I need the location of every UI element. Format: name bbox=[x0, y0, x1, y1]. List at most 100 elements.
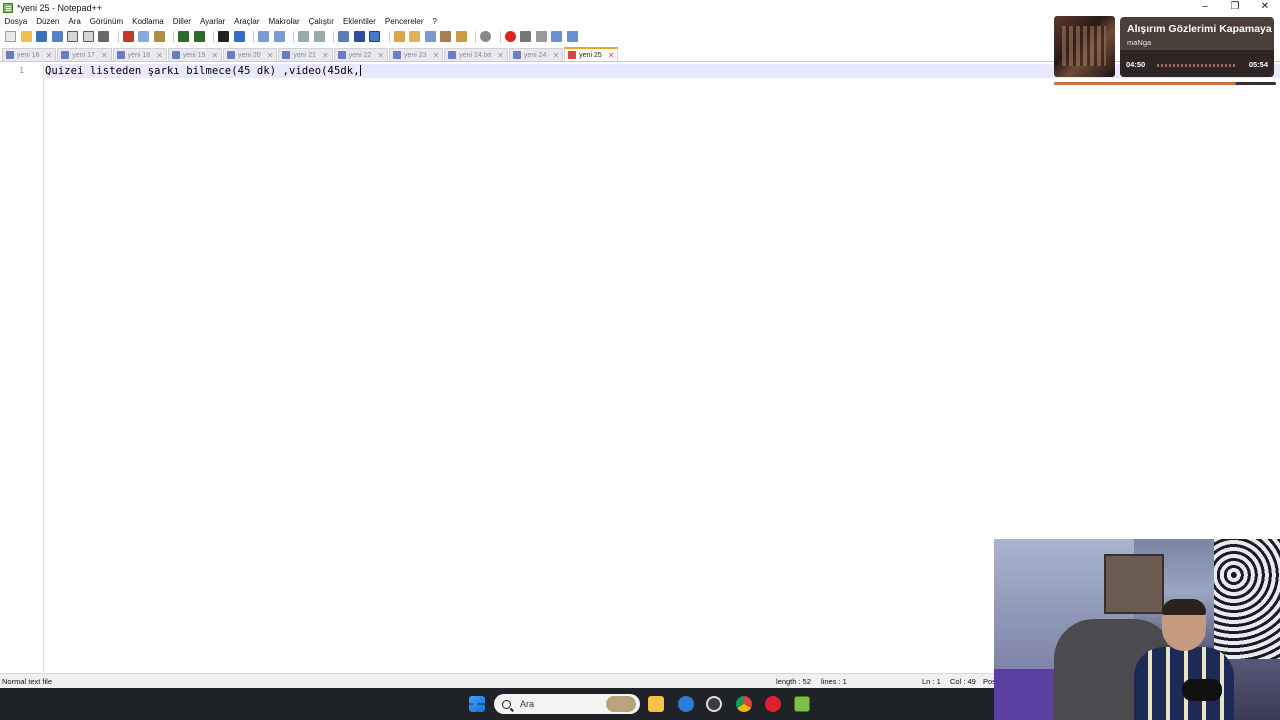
file-explorer-icon[interactable] bbox=[648, 696, 664, 712]
settings-gear-icon[interactable] bbox=[678, 696, 694, 712]
minimize-button[interactable]: – bbox=[1190, 0, 1220, 15]
close-all-icon[interactable] bbox=[82, 31, 94, 42]
tab-yeni-20[interactable]: yeni 20 ✕ bbox=[223, 48, 278, 61]
close-tab-icon[interactable]: ✕ bbox=[46, 51, 53, 60]
cut-icon[interactable] bbox=[122, 31, 134, 42]
tab-yeni-23[interactable]: yeni 23 ✕ bbox=[388, 48, 444, 61]
zoom-in-icon[interactable] bbox=[258, 31, 269, 42]
function-list-icon[interactable] bbox=[409, 31, 420, 42]
document-list-icon[interactable] bbox=[480, 31, 491, 42]
chrome-icon[interactable] bbox=[736, 696, 752, 712]
menu-makrolar[interactable]: Makrolar bbox=[264, 15, 304, 28]
notepad-plus-plus-taskbar-icon[interactable] bbox=[794, 696, 810, 712]
file-icon bbox=[227, 51, 236, 59]
tab-yeni-24-txt[interactable]: yeni 24.txt ✕ bbox=[444, 48, 508, 61]
play-macro-icon[interactable] bbox=[535, 31, 547, 42]
search-placeholder: Ara bbox=[520, 699, 535, 709]
print-icon[interactable] bbox=[98, 31, 109, 42]
paste-icon[interactable] bbox=[153, 31, 165, 42]
replace-icon[interactable] bbox=[233, 31, 245, 42]
song-title: Alışırım Gözlerimi Kapamaya bbox=[1127, 23, 1272, 35]
record-macro-icon[interactable] bbox=[504, 31, 516, 42]
find-icon[interactable] bbox=[218, 31, 229, 42]
tab-label: yeni 17 bbox=[72, 51, 95, 59]
indent-guide-icon[interactable] bbox=[369, 31, 380, 42]
menu-pencereler[interactable]: Pencereler bbox=[380, 15, 428, 28]
menu-araclar[interactable]: Araçlar bbox=[230, 15, 264, 28]
word-wrap-icon[interactable] bbox=[338, 31, 349, 42]
new-file-icon[interactable] bbox=[5, 31, 16, 42]
tab-yeni-24[interactable]: yeni 24 ✕ bbox=[508, 48, 564, 61]
close-button[interactable]: ✕ bbox=[1250, 0, 1280, 15]
close-tab-icon[interactable]: ✕ bbox=[608, 51, 615, 60]
zoom-out-icon[interactable] bbox=[273, 31, 285, 42]
folder-workspace-icon[interactable] bbox=[424, 31, 436, 42]
menu-dosya[interactable]: Dosya bbox=[0, 15, 32, 28]
menu-duzen[interactable]: Düzen bbox=[32, 15, 64, 28]
elapsed-time: 04:50 bbox=[1126, 60, 1146, 69]
doc-map-icon[interactable] bbox=[393, 31, 405, 42]
close-tab-icon[interactable]: ✕ bbox=[322, 51, 329, 60]
undo-icon[interactable] bbox=[178, 31, 189, 42]
sync-horizontal-icon[interactable] bbox=[313, 31, 325, 42]
redo-icon[interactable] bbox=[193, 31, 205, 42]
copy-icon[interactable] bbox=[138, 31, 149, 42]
save-all-icon[interactable] bbox=[51, 31, 63, 42]
close-tab-icon[interactable]: ✕ bbox=[267, 51, 274, 60]
now-playing-widget: Alışırım Gözlerimi Kapamaya maNga 04:50 … bbox=[1054, 16, 1276, 88]
close-tab-icon[interactable]: ✕ bbox=[552, 51, 559, 60]
status-ln: Ln : 1 bbox=[922, 677, 941, 686]
start-menu-icon[interactable] bbox=[469, 696, 485, 712]
toolbar-separator bbox=[213, 30, 214, 43]
save-icon[interactable] bbox=[36, 31, 47, 42]
menu-kodlama[interactable]: Kodlama bbox=[128, 15, 169, 28]
close-tab-icon[interactable]: ✕ bbox=[101, 51, 108, 60]
tab-yeni-21[interactable]: yeni 21 ✕ bbox=[278, 48, 333, 61]
tab-yeni-22[interactable]: yeni 22 ✕ bbox=[333, 48, 388, 61]
close-tab-icon[interactable]: ✕ bbox=[211, 51, 218, 60]
tab-label: yeni 25 bbox=[579, 51, 602, 59]
media-player-icon[interactable] bbox=[706, 696, 722, 712]
menu-ara[interactable]: Ara bbox=[64, 15, 85, 28]
menu-gorunum[interactable]: Görünüm bbox=[85, 15, 127, 28]
toolbar-separator bbox=[475, 30, 476, 43]
toolbar-separator bbox=[117, 30, 119, 43]
menu-ayarlar[interactable]: Ayarlar bbox=[195, 15, 229, 28]
file-icon bbox=[512, 51, 521, 59]
stop-macro-icon[interactable] bbox=[520, 31, 531, 42]
opera-icon[interactable] bbox=[765, 696, 781, 712]
close-tab-icon[interactable]: ✕ bbox=[497, 51, 504, 60]
toolbar-separator bbox=[333, 30, 334, 43]
close-file-icon[interactable] bbox=[67, 31, 78, 42]
open-file-icon[interactable] bbox=[20, 31, 32, 42]
toolbar-separator bbox=[499, 30, 501, 43]
total-duration: 05:54 bbox=[1248, 60, 1268, 69]
status-col: Col : 49 bbox=[950, 677, 976, 686]
editor-text-line[interactable]: Quizei listeden şarkı bilmece(45 dk) ,vi… bbox=[45, 65, 361, 77]
tab-yeni-18[interactable]: yeni 18 ✕ bbox=[112, 48, 167, 61]
menu-calistir[interactable]: Çalıştır bbox=[304, 15, 338, 28]
album-art bbox=[1054, 16, 1115, 77]
toolbar-separator bbox=[173, 30, 174, 43]
menu-eklentiler[interactable]: Eklentiler bbox=[338, 15, 380, 28]
menu-diller[interactable]: Diller bbox=[168, 15, 195, 28]
sync-vertical-icon[interactable] bbox=[298, 31, 309, 42]
show-all-chars-icon[interactable] bbox=[353, 31, 365, 42]
tab-yeni-19[interactable]: yeni 19 ✕ bbox=[167, 48, 223, 61]
clipboard-history-icon[interactable] bbox=[455, 31, 467, 42]
toolbar-separator bbox=[388, 30, 390, 43]
maximize-button[interactable]: ❐ bbox=[1220, 0, 1250, 15]
notepad-plus-plus-icon bbox=[3, 2, 13, 13]
toolbar-separator bbox=[253, 30, 254, 43]
tab-yeni-17[interactable]: yeni 17 ✕ bbox=[57, 48, 112, 61]
close-tab-icon[interactable]: ✕ bbox=[377, 51, 384, 60]
save-macro-icon[interactable] bbox=[566, 31, 578, 42]
run-macro-multiple-icon[interactable] bbox=[551, 31, 562, 42]
monitoring-icon[interactable] bbox=[440, 31, 451, 42]
taskbar-search[interactable]: Ara bbox=[494, 694, 640, 714]
close-tab-icon[interactable]: ✕ bbox=[156, 51, 163, 60]
tab-yeni-25[interactable]: yeni 25 ✕ bbox=[564, 47, 619, 61]
close-tab-icon[interactable]: ✕ bbox=[433, 51, 440, 60]
menu-help[interactable]: ? bbox=[428, 15, 441, 28]
tab-yeni-16[interactable]: yeni 16 ✕ bbox=[2, 48, 57, 61]
